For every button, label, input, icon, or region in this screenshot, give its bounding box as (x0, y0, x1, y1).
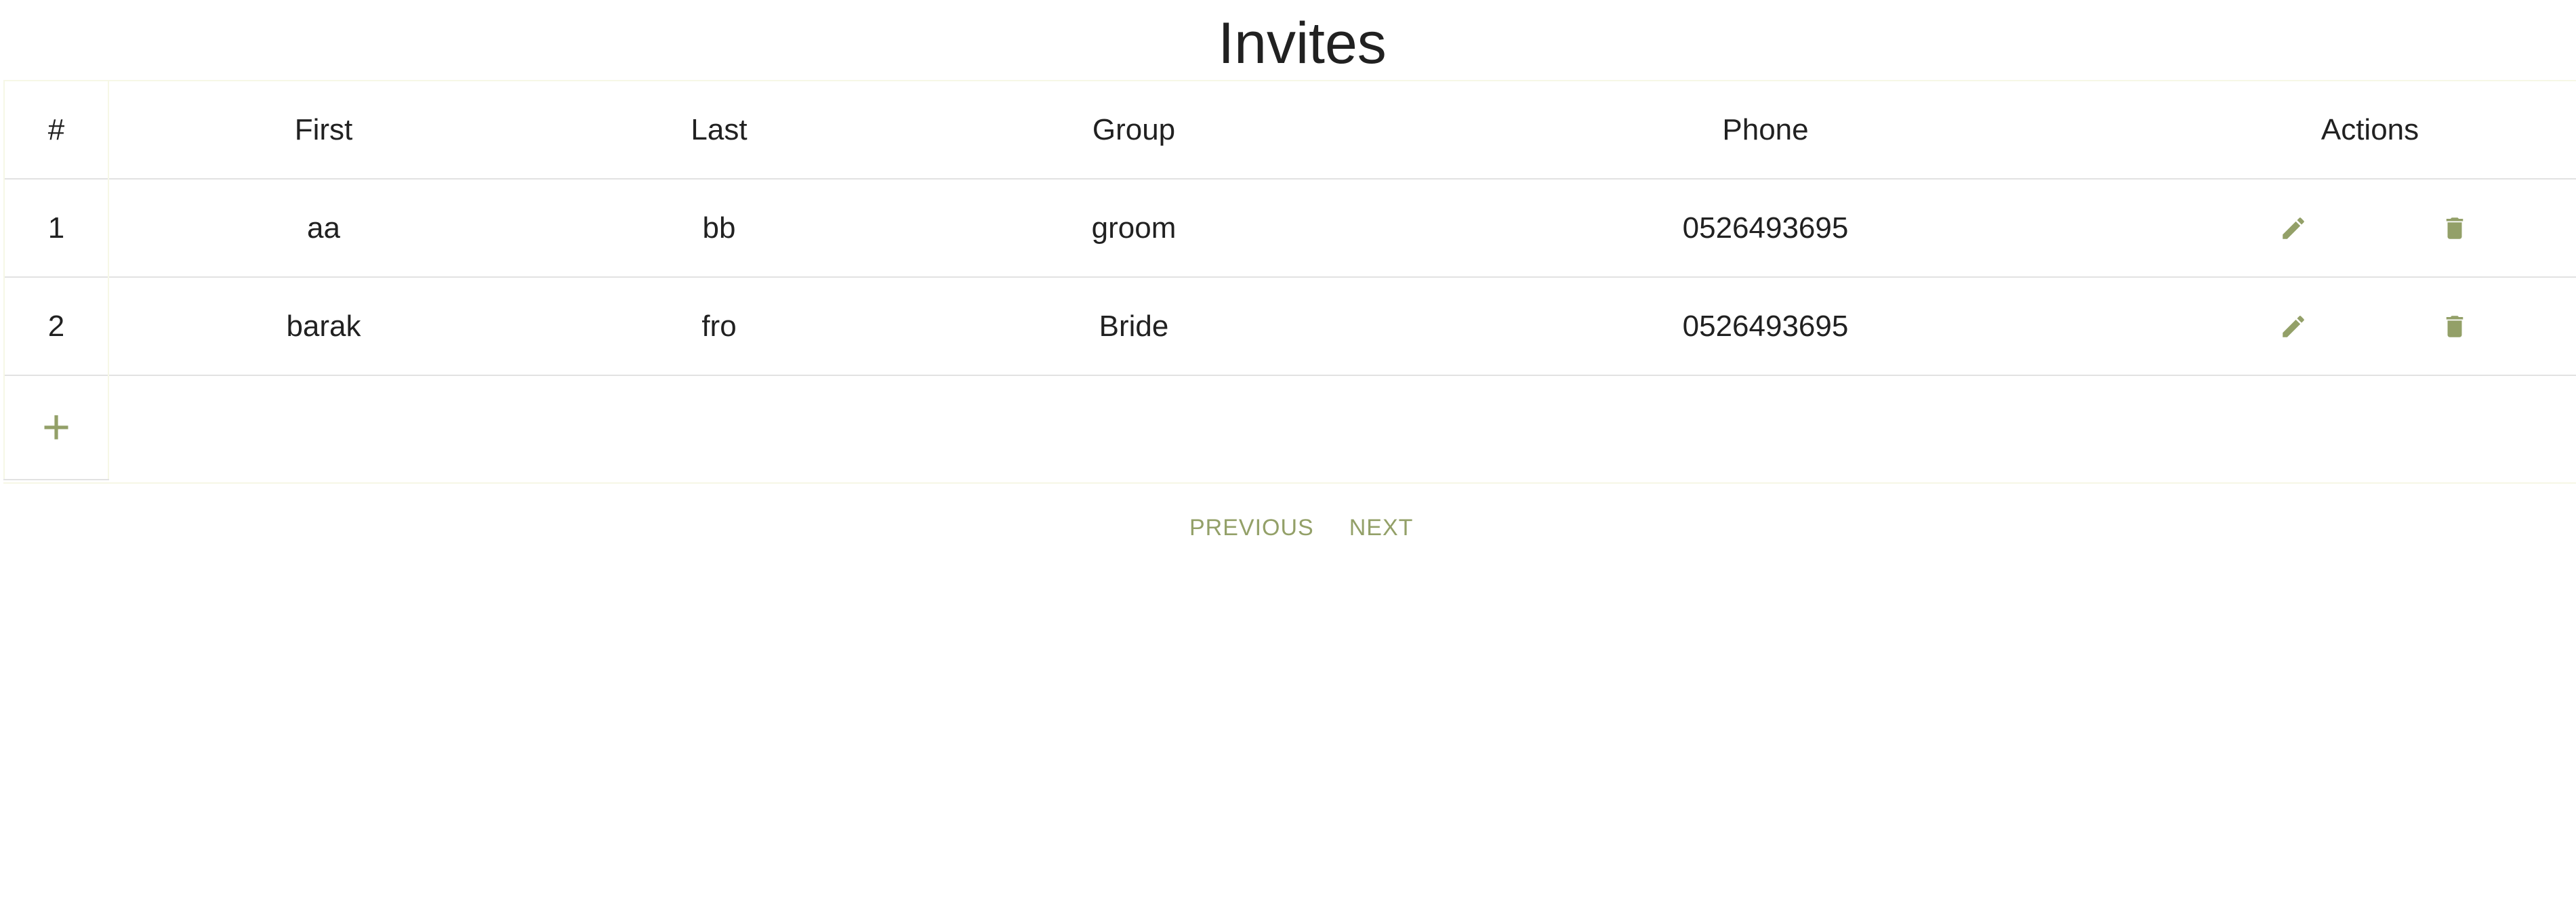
page-title: Invites (1218, 11, 1387, 76)
table-row: 1 aa bb groom 0526493695 (3, 179, 2576, 277)
row-number: 2 (3, 277, 109, 375)
previous-button[interactable]: PREVIOUS (1189, 515, 1314, 541)
cell-actions (2163, 277, 2576, 375)
column-header-actions: Actions (2321, 112, 2419, 146)
add-invite-button[interactable]: + (42, 403, 70, 452)
edit-button[interactable] (2273, 306, 2314, 347)
cell-first-name: barak (286, 309, 361, 343)
pagination: PREVIOUS NEXT (1189, 515, 1413, 541)
trash-icon (2446, 315, 2463, 337)
cell-last-name: fro (701, 309, 737, 343)
next-button[interactable]: NEXT (1349, 515, 1414, 541)
plus-icon: + (41, 400, 71, 455)
column-header-phone: Phone (1722, 112, 1809, 146)
column-header-first: First (294, 112, 353, 146)
delete-button[interactable] (2434, 208, 2475, 249)
pencil-icon (2283, 217, 2304, 239)
invites-page: Invites # First Last Group Phone Actions (0, 0, 2576, 922)
row-number: 1 (3, 179, 109, 277)
table-row: 2 barak fro Bride 0526493695 (3, 277, 2576, 375)
cell-last-name: bb (702, 211, 736, 245)
add-cell: + (3, 375, 109, 480)
cell-actions (2163, 179, 2576, 277)
column-header-group: Group (1092, 112, 1176, 146)
cell-phone: 0526493695 (1682, 309, 1849, 343)
invites-table-container: # First Last Group Phone Actions 1 aa bb… (3, 80, 2576, 484)
table-header-row: # First Last Group Phone Actions (3, 81, 2576, 179)
invites-table: # First Last Group Phone Actions 1 aa bb… (3, 81, 2576, 480)
add-row-empty (108, 375, 2576, 480)
cell-phone: 0526493695 (1682, 211, 1849, 245)
cell-group: Bride (1099, 309, 1169, 343)
edit-button[interactable] (2273, 208, 2314, 249)
pencil-icon (2283, 315, 2304, 337)
trash-icon (2446, 217, 2463, 239)
cell-group: groom (1091, 211, 1177, 245)
delete-button[interactable] (2434, 306, 2475, 347)
column-header-last: Last (691, 112, 748, 146)
column-header-number: # (3, 81, 109, 179)
add-row: + (3, 375, 2576, 480)
cell-first-name: aa (307, 211, 340, 245)
